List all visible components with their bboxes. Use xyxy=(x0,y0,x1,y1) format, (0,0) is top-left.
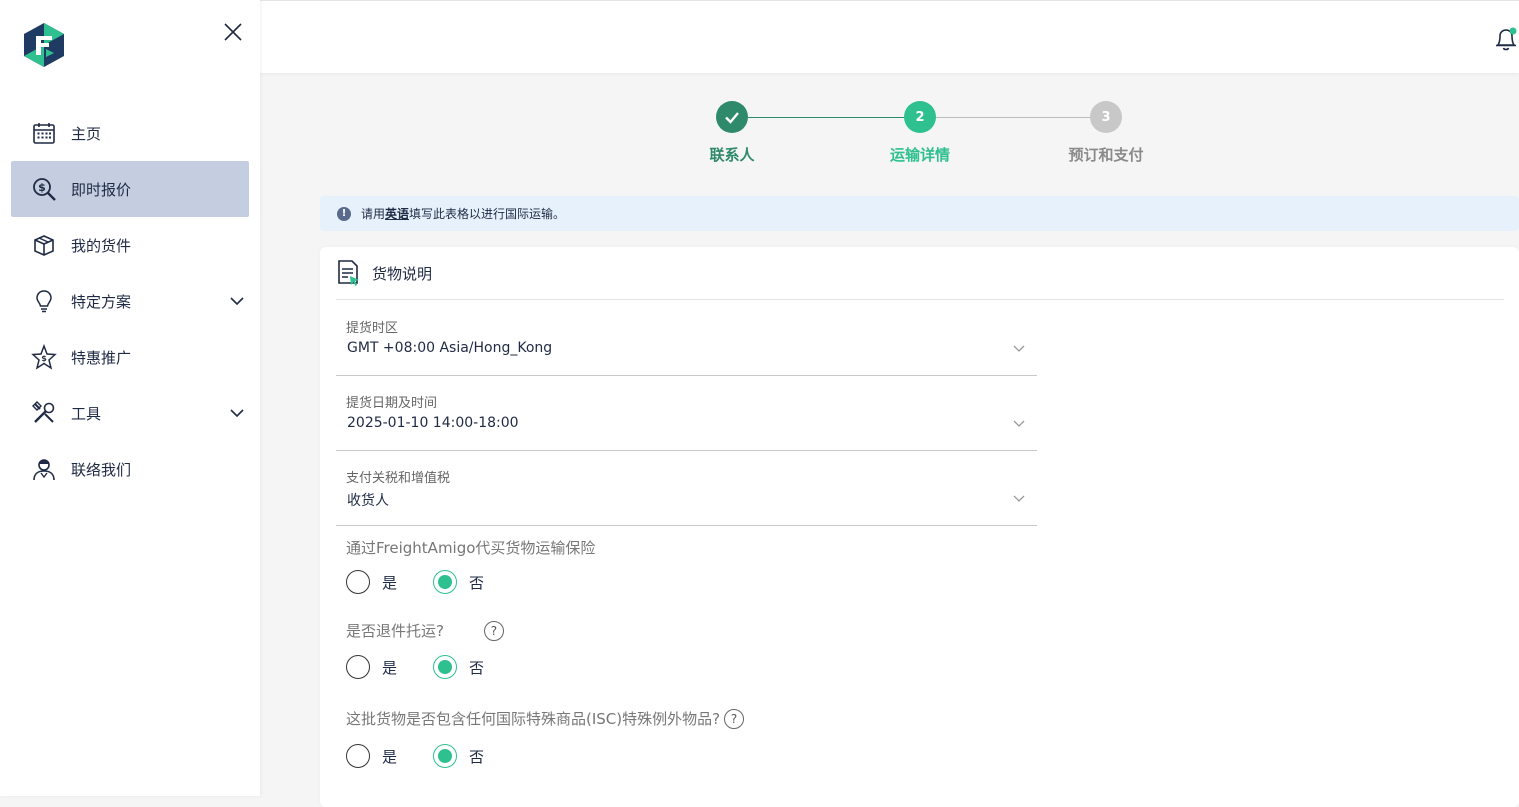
tools-icon xyxy=(31,400,57,426)
step-1-label: 联系人 xyxy=(709,146,755,164)
calendar-icon xyxy=(31,120,57,146)
pickup-datetime-select[interactable]: 提货日期及时间 2025-01-10 14:00-18:00 xyxy=(336,385,1037,451)
card-title: 货物说明 xyxy=(372,264,433,283)
step-connector xyxy=(936,117,1090,118)
close-sidebar-icon[interactable] xyxy=(220,19,246,45)
sidebar-item-my-shipments[interactable]: 我的货件 xyxy=(11,217,249,273)
return-shipment-radio-group: 是 否 xyxy=(346,654,520,680)
help-icon[interactable]: ? xyxy=(483,620,504,641)
promo-star-icon: $ xyxy=(31,344,57,370)
field-value: GMT +08:00 Asia/Hong_Kong xyxy=(347,340,553,356)
chevron-down-icon xyxy=(1013,345,1025,352)
card-header: 货物说明 xyxy=(336,247,1504,300)
freightamigo-logo[interactable] xyxy=(22,22,66,68)
progress-stepper: 联系人 2 运输详情 3 预订和支付 xyxy=(660,100,1200,170)
insurance-radio-group: 是 否 xyxy=(346,569,520,595)
help-icon[interactable]: ? xyxy=(724,708,745,729)
info-icon: ! xyxy=(337,206,351,221)
top-bar xyxy=(260,0,1519,73)
radio-label: 否 xyxy=(469,573,485,592)
sidebar-item-promotions[interactable]: $ 特惠推广 xyxy=(11,329,249,385)
chevron-down-icon xyxy=(1013,495,1025,502)
step-2-dot[interactable]: 2 xyxy=(904,101,936,133)
step-2-label: 运输详情 xyxy=(889,146,950,164)
isc-no-radio[interactable] xyxy=(433,744,458,768)
banner-text-pre: 请用 xyxy=(361,207,386,221)
sidebar-item-label: 联络我们 xyxy=(71,460,132,479)
step-connector xyxy=(748,117,904,118)
isc-question: 这批货物是否包含任何国际特殊商品(ISC)特殊例外物品? ? xyxy=(346,708,745,729)
pickup-timezone-select[interactable]: 提货时区 GMT +08:00 Asia/Hong_Kong xyxy=(336,310,1037,376)
info-banner: ! 请用 英语 填写此表格以进行国际运输。 xyxy=(320,196,1519,231)
field-value: 2025-01-10 14:00-18:00 xyxy=(347,415,519,431)
notification-bell-icon[interactable] xyxy=(1493,25,1519,53)
field-value: 收货人 xyxy=(347,493,389,509)
sidebar: 主页 $ 即时报价 我的货件 特定方案 $ 特惠推广 工具 联络我们 xyxy=(0,0,260,796)
banner-text-post: 填写此表格以进行国际运输。 xyxy=(409,207,566,221)
lightbulb-icon xyxy=(31,288,57,314)
insurance-no-radio[interactable] xyxy=(433,570,458,594)
question-text: 是否退件托运? xyxy=(346,622,444,640)
field-label: 提货日期及时间 xyxy=(346,396,438,411)
sidebar-nav: 主页 $ 即时报价 我的货件 特定方案 $ 特惠推广 工具 联络我们 xyxy=(11,105,249,497)
return-shipment-yes-radio[interactable] xyxy=(346,655,370,679)
radio-label: 是 xyxy=(382,747,398,766)
sidebar-item-home[interactable]: 主页 xyxy=(11,105,249,161)
package-icon xyxy=(31,232,57,258)
return-shipment-question: 是否退件托运? ? xyxy=(346,620,504,641)
support-agent-icon xyxy=(31,456,57,482)
sidebar-item-contact-us[interactable]: 联络我们 xyxy=(11,441,249,497)
sidebar-item-label: 特惠推广 xyxy=(71,348,132,367)
return-shipment-no-radio[interactable] xyxy=(433,655,458,679)
sidebar-item-special-solutions[interactable]: 特定方案 xyxy=(11,273,249,329)
question-text: 这批货物是否包含任何国际特殊商品(ISC)特殊例外物品? xyxy=(346,710,721,728)
chevron-down-icon[interactable] xyxy=(229,405,245,421)
step-1-dot[interactable] xyxy=(716,101,748,133)
sidebar-item-tools[interactable]: 工具 xyxy=(11,385,249,441)
radio-label: 是 xyxy=(382,573,398,592)
isc-yes-radio[interactable] xyxy=(346,744,370,768)
document-icon xyxy=(338,260,359,286)
quote-search-icon: $ xyxy=(31,176,57,202)
checkmark-icon xyxy=(725,112,739,124)
sidebar-item-label: 工具 xyxy=(71,404,102,423)
cargo-description-card: 货物说明 提货时区 GMT +08:00 Asia/Hong_Kong 提货日期… xyxy=(320,247,1519,807)
field-label: 支付关税和增值税 xyxy=(346,471,451,486)
radio-label: 否 xyxy=(469,747,485,766)
insurance-yes-radio[interactable] xyxy=(346,570,370,594)
chevron-down-icon xyxy=(1013,420,1025,427)
chevron-down-icon[interactable] xyxy=(229,293,245,309)
field-label: 提货时区 xyxy=(346,321,399,336)
radio-label: 是 xyxy=(382,658,398,677)
insurance-question: 通过FreightAmigo代买货物运输保险 xyxy=(346,537,595,558)
step-3-label: 预订和支付 xyxy=(1068,146,1144,164)
sidebar-item-label: 主页 xyxy=(71,124,102,143)
svg-text:$: $ xyxy=(38,181,46,194)
isc-radio-group: 是 否 xyxy=(346,743,520,769)
sidebar-item-label: 即时报价 xyxy=(71,180,132,199)
svg-text:$: $ xyxy=(41,354,47,363)
sidebar-item-label: 特定方案 xyxy=(71,292,132,311)
step-3-dot[interactable]: 3 xyxy=(1090,101,1122,133)
sidebar-item-instant-quote[interactable]: $ 即时报价 xyxy=(11,161,249,217)
question-text: 通过FreightAmigo代买货物运输保险 xyxy=(346,539,596,557)
sidebar-item-label: 我的货件 xyxy=(71,236,132,255)
banner-text-emphasis: 英语 xyxy=(385,207,410,221)
duties-payer-select[interactable]: 支付关税和增值税 收货人 xyxy=(336,460,1037,526)
radio-label: 否 xyxy=(469,658,485,677)
